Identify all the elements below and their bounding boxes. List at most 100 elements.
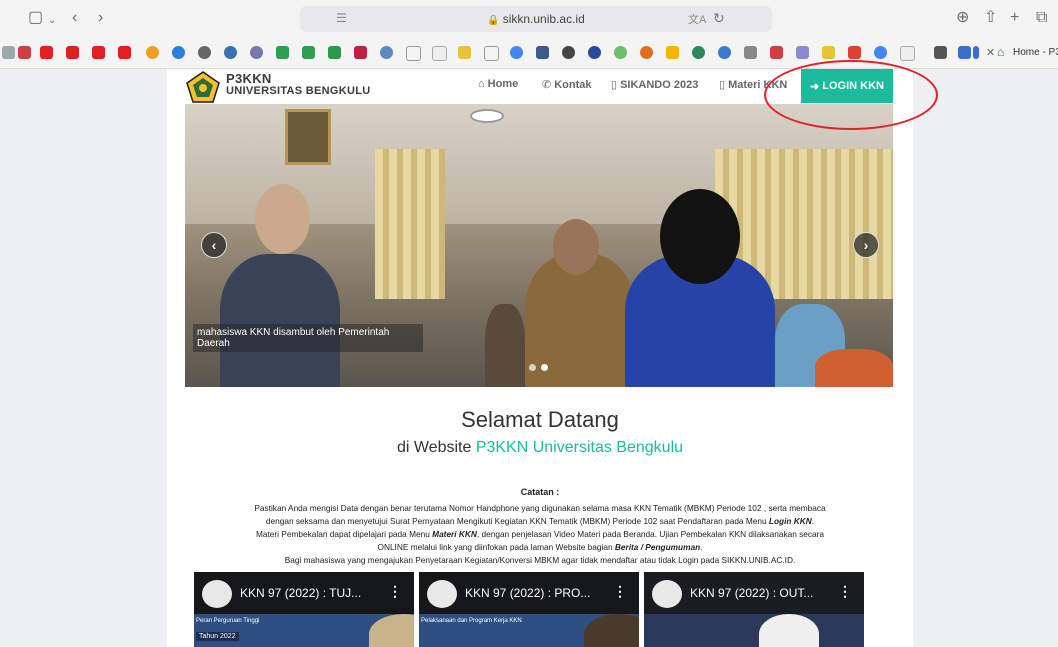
carousel-next-button[interactable]: › xyxy=(853,232,879,258)
favorites-bar: ✕ ⌂ Home - P3... xyxy=(0,38,1058,69)
note-line: dengan seksama dan menyetujui Surat Pern… xyxy=(265,516,815,526)
google-icon[interactable] xyxy=(510,46,523,59)
tab-title[interactable]: Home - P3... xyxy=(1013,47,1058,58)
video-title[interactable]: KKN 97 (2022) : TUJ... xyxy=(240,586,361,600)
channel-avatar[interactable] xyxy=(427,580,457,608)
image-carousel[interactable]: mahasiswa KKN disambut oleh Pemerintah D… xyxy=(185,104,893,387)
bookmark-icon[interactable] xyxy=(198,46,211,59)
video-title[interactable]: KKN 97 (2022) : OUT... xyxy=(690,586,813,600)
back-icon[interactable]: ‹ xyxy=(72,9,77,27)
bookmark-icon[interactable] xyxy=(536,46,549,59)
slide-year: Tahun 2022 xyxy=(196,632,239,641)
reload-icon[interactable]: ↻ xyxy=(713,10,725,27)
chevron-down-icon[interactable]: ⌄ xyxy=(48,12,56,30)
carousel-caption: mahasiswa KKN disambut oleh Pemerintah D… xyxy=(193,324,423,352)
browser-toolbar: ▢ ⌄ ‹ › ☰ 🔒 sikkn.unib.ac.id 文A ↻ ⊕ ⇧ + ⧉ xyxy=(0,0,1058,39)
bookmark-icon[interactable] xyxy=(744,46,757,59)
address-bar[interactable]: ☰ 🔒 sikkn.unib.ac.id 文A ↻ xyxy=(300,6,772,32)
video-title[interactable]: KKN 97 (2022) : PRO... xyxy=(465,586,590,600)
bookmark-icon[interactable] xyxy=(973,46,979,59)
nav-materi[interactable]: ▯ Materi KKN xyxy=(719,78,787,91)
carousel-prev-button[interactable]: ‹ xyxy=(201,232,227,258)
photo-person xyxy=(485,304,525,387)
bookmark-icon[interactable] xyxy=(40,46,53,59)
bookmark-icon[interactable] xyxy=(146,46,159,59)
search-icon[interactable] xyxy=(432,46,447,61)
bookmark-icon[interactable] xyxy=(224,46,237,59)
carousel-indicator[interactable] xyxy=(529,364,536,371)
site-content: P3KKN UNIVERSITAS BENGKULU ⌂ Home ✆ Kontak… xyxy=(167,69,913,647)
video-embed[interactable]: KKN 97 (2022) : OUT... ⋮ xyxy=(644,572,864,647)
carousel-indicator[interactable] xyxy=(541,364,548,371)
google-icon[interactable] xyxy=(874,46,887,59)
bookmark-icon[interactable] xyxy=(276,46,289,59)
bookmark-icon[interactable] xyxy=(796,46,809,59)
video-embed[interactable]: KKN 97 (2022) : TUJ... ⋮ Peran Perguruan… xyxy=(194,572,414,647)
star-icon[interactable] xyxy=(406,46,421,61)
note-line: ONLINE melalui link yang diinfokan pada … xyxy=(377,542,703,552)
bookmark-icon[interactable] xyxy=(66,46,79,59)
bookmark-icon[interactable] xyxy=(250,46,263,59)
nav-kontak[interactable]: ✆ Kontak xyxy=(542,78,592,91)
bookmark-icon[interactable] xyxy=(2,46,15,59)
home-icon: ⌂ xyxy=(997,45,1005,59)
more-options-icon[interactable]: ⋮ xyxy=(838,583,852,600)
bookmark-icon[interactable] xyxy=(822,46,835,59)
video-embed[interactable]: KKN 97 (2022) : PRO... ⋮ Pelaksanaan dan… xyxy=(419,572,639,647)
photo-person xyxy=(815,349,893,387)
bookmark-icon[interactable] xyxy=(666,46,679,59)
bookmark-icon[interactable] xyxy=(640,46,653,59)
brand-title: P3KKN xyxy=(226,71,272,86)
share-icon[interactable]: ⇧ xyxy=(984,9,997,27)
nav-sikando[interactable]: ▯ SIKANDO 2023 xyxy=(611,78,698,91)
bookmark-icon[interactable] xyxy=(588,46,601,59)
download-icon[interactable]: ⊕ xyxy=(956,9,969,27)
bookmark-icon[interactable] xyxy=(172,46,185,59)
forward-icon[interactable]: › xyxy=(98,9,103,27)
photo-person xyxy=(553,219,599,275)
more-options-icon[interactable]: ⋮ xyxy=(613,583,627,600)
note-line: Materi Pembekalan dapat dipelajari pada … xyxy=(255,529,825,539)
tab-overview-icon[interactable]: ⧉ xyxy=(1036,9,1047,27)
nav-home[interactable]: ⌂ Home xyxy=(478,78,518,90)
bookmark-icon[interactable] xyxy=(848,46,861,59)
bookmark-icon[interactable] xyxy=(92,46,105,59)
site-header: P3KKN UNIVERSITAS BENGKULU ⌂ Home ✆ Kontak… xyxy=(167,69,913,104)
photo-frame xyxy=(285,109,331,165)
bookmark-icon[interactable] xyxy=(18,46,31,59)
sign-in-icon: ➜ xyxy=(810,80,820,93)
close-tab-icon[interactable]: ✕ xyxy=(986,46,995,59)
document-icon: ▯ xyxy=(719,79,726,91)
bookmark-icon[interactable] xyxy=(614,46,627,59)
channel-avatar[interactable] xyxy=(652,580,682,608)
note-title: Catatan : xyxy=(520,487,560,497)
search-icon[interactable] xyxy=(900,46,915,61)
translate-icon[interactable]: 文A xyxy=(688,11,706,27)
bookmark-icon[interactable] xyxy=(934,46,947,59)
bookmark-icon[interactable] xyxy=(770,46,783,59)
channel-avatar[interactable] xyxy=(202,580,232,608)
photo-light xyxy=(470,109,504,123)
sidebar-icon[interactable]: ▢ xyxy=(28,9,43,27)
url-text: sikkn.unib.ac.id xyxy=(502,12,585,26)
bookmark-icon[interactable] xyxy=(718,46,731,59)
lock-icon: 🔒 xyxy=(487,15,500,26)
new-tab-icon[interactable]: + xyxy=(1010,9,1019,27)
star-icon[interactable] xyxy=(484,46,499,61)
bookmark-icon[interactable] xyxy=(354,46,367,59)
university-logo-icon[interactable] xyxy=(186,71,220,103)
bookmark-icon[interactable] xyxy=(302,46,315,59)
more-options-icon[interactable]: ⋮ xyxy=(388,583,402,600)
photo-curtain xyxy=(375,149,445,299)
bookmark-icon[interactable] xyxy=(692,46,705,59)
bookmark-icon[interactable] xyxy=(328,46,341,59)
bookmark-icon[interactable] xyxy=(380,46,393,59)
bookmark-icon[interactable] xyxy=(958,46,971,59)
login-kkn-button[interactable]: ➜ LOGIN KKN xyxy=(801,69,893,103)
bookmark-icon[interactable] xyxy=(118,46,131,59)
bookmark-icon[interactable] xyxy=(458,46,471,59)
photo-person xyxy=(660,189,740,284)
bookmark-icon[interactable] xyxy=(562,46,575,59)
photo-person xyxy=(255,184,310,254)
video-presenter xyxy=(759,614,819,647)
